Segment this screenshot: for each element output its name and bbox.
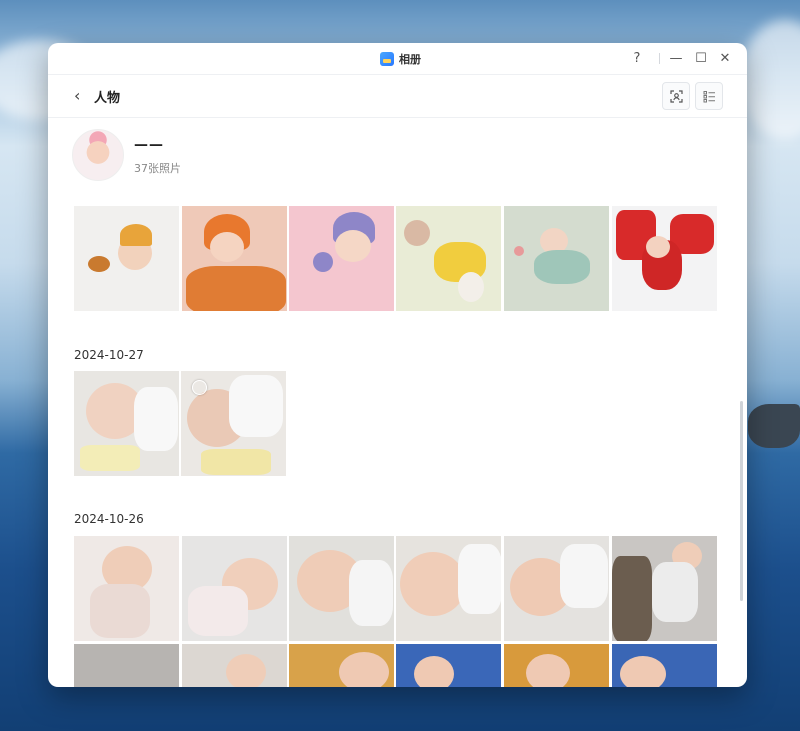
- photo-thumbnail[interactable]: [74, 644, 179, 687]
- date-header: 2024-10-26: [74, 512, 144, 526]
- photo-flower: [514, 246, 524, 256]
- photo-toy: [313, 252, 333, 272]
- photo-thumbnail[interactable]: [74, 371, 179, 476]
- select-checkbox[interactable]: [192, 380, 207, 395]
- photo-thumbnail[interactable]: [181, 371, 286, 476]
- photo-thumbnail[interactable]: [612, 536, 717, 641]
- photo-clothing: [458, 544, 501, 614]
- photo-thumbnail[interactable]: [504, 536, 609, 641]
- photo-subject: [414, 656, 454, 687]
- app-title: 相册: [380, 51, 421, 67]
- maximize-button[interactable]: ☐: [692, 49, 710, 67]
- photo-thumbnail[interactable]: [396, 206, 501, 311]
- minimize-icon: —: [669, 50, 683, 66]
- photo-toy: [458, 272, 484, 302]
- album-app-icon: [380, 52, 394, 66]
- back-button[interactable]: ‹: [74, 85, 90, 105]
- photo-toy: [404, 220, 430, 246]
- photo-blanket: [201, 449, 271, 475]
- photo-clothing: [90, 584, 150, 638]
- close-icon: ✕: [719, 50, 731, 66]
- photo-clothing: [134, 387, 178, 451]
- photo-subject: [526, 654, 570, 687]
- photo-clothing: [229, 375, 283, 437]
- photo-thumbnail[interactable]: [289, 536, 394, 641]
- close-button[interactable]: ✕: [716, 49, 734, 67]
- photo-subject: [620, 656, 666, 687]
- photo-thumbnail[interactable]: [289, 644, 394, 687]
- photo-wrap: [534, 250, 590, 284]
- album-window: 相册 ? — ☐ ✕ ‹ 人物 —— 37张照片 2024-10-27 2024…: [48, 43, 747, 687]
- app-title-label: 相册: [399, 53, 421, 66]
- photo-subject: [335, 230, 371, 262]
- title-bar: 相册 ? — ☐ ✕: [48, 43, 747, 75]
- help-button[interactable]: ?: [628, 49, 646, 67]
- person-name[interactable]: ——: [134, 137, 164, 153]
- photo-clothing: [560, 544, 608, 608]
- photo-count: 37张照片: [134, 162, 181, 175]
- photo-thumbnail[interactable]: [612, 644, 717, 687]
- photo-clothing: [349, 560, 393, 626]
- photo-thumbnail[interactable]: [74, 206, 179, 311]
- date-header: 2024-10-27: [74, 348, 144, 362]
- photo-thumbnail[interactable]: [182, 644, 287, 687]
- photo-subject: [339, 652, 389, 687]
- list-view-button[interactable]: [695, 82, 723, 110]
- background-cloud: [740, 20, 800, 140]
- photo-thumbnail[interactable]: [504, 644, 609, 687]
- photo-prop: [88, 256, 110, 272]
- scrollbar[interactable]: [740, 401, 743, 601]
- photo-clothing: [652, 562, 698, 622]
- help-icon: ?: [633, 50, 641, 66]
- photo-subject: [210, 232, 244, 262]
- photo-thumbnail[interactable]: [182, 536, 287, 641]
- photo-thumbnail[interactable]: [396, 536, 501, 641]
- photo-face: [646, 236, 670, 258]
- photo-subject: [226, 654, 266, 687]
- photo-thumbnail[interactable]: [612, 206, 717, 311]
- maximize-icon: ☐: [695, 50, 707, 66]
- photo-thumbnail[interactable]: [396, 644, 501, 687]
- page-header: ‹ 人物: [48, 74, 747, 118]
- photo-thumbnail[interactable]: [182, 206, 287, 311]
- title-bar-divider: [659, 53, 660, 64]
- photo-clothing: [188, 586, 248, 636]
- list-view-icon: [703, 90, 715, 102]
- photo-blanket: [80, 445, 140, 471]
- person-avatar[interactable]: [72, 129, 124, 181]
- photo-thumbnail[interactable]: [504, 206, 609, 311]
- back-icon: ‹: [74, 85, 81, 105]
- photo-hat: [120, 224, 152, 246]
- photo-adult: [612, 556, 652, 641]
- page-title: 人物: [94, 91, 121, 106]
- photo-thumbnail[interactable]: [74, 536, 179, 641]
- photo-blanket: [186, 266, 286, 311]
- face-scan-button[interactable]: [662, 82, 690, 110]
- photo-thumbnail[interactable]: [289, 206, 394, 311]
- photo-subject: [400, 552, 466, 616]
- minimize-button[interactable]: —: [667, 49, 685, 67]
- background-whale-tail: [748, 404, 800, 448]
- face-scan-icon: [669, 89, 683, 103]
